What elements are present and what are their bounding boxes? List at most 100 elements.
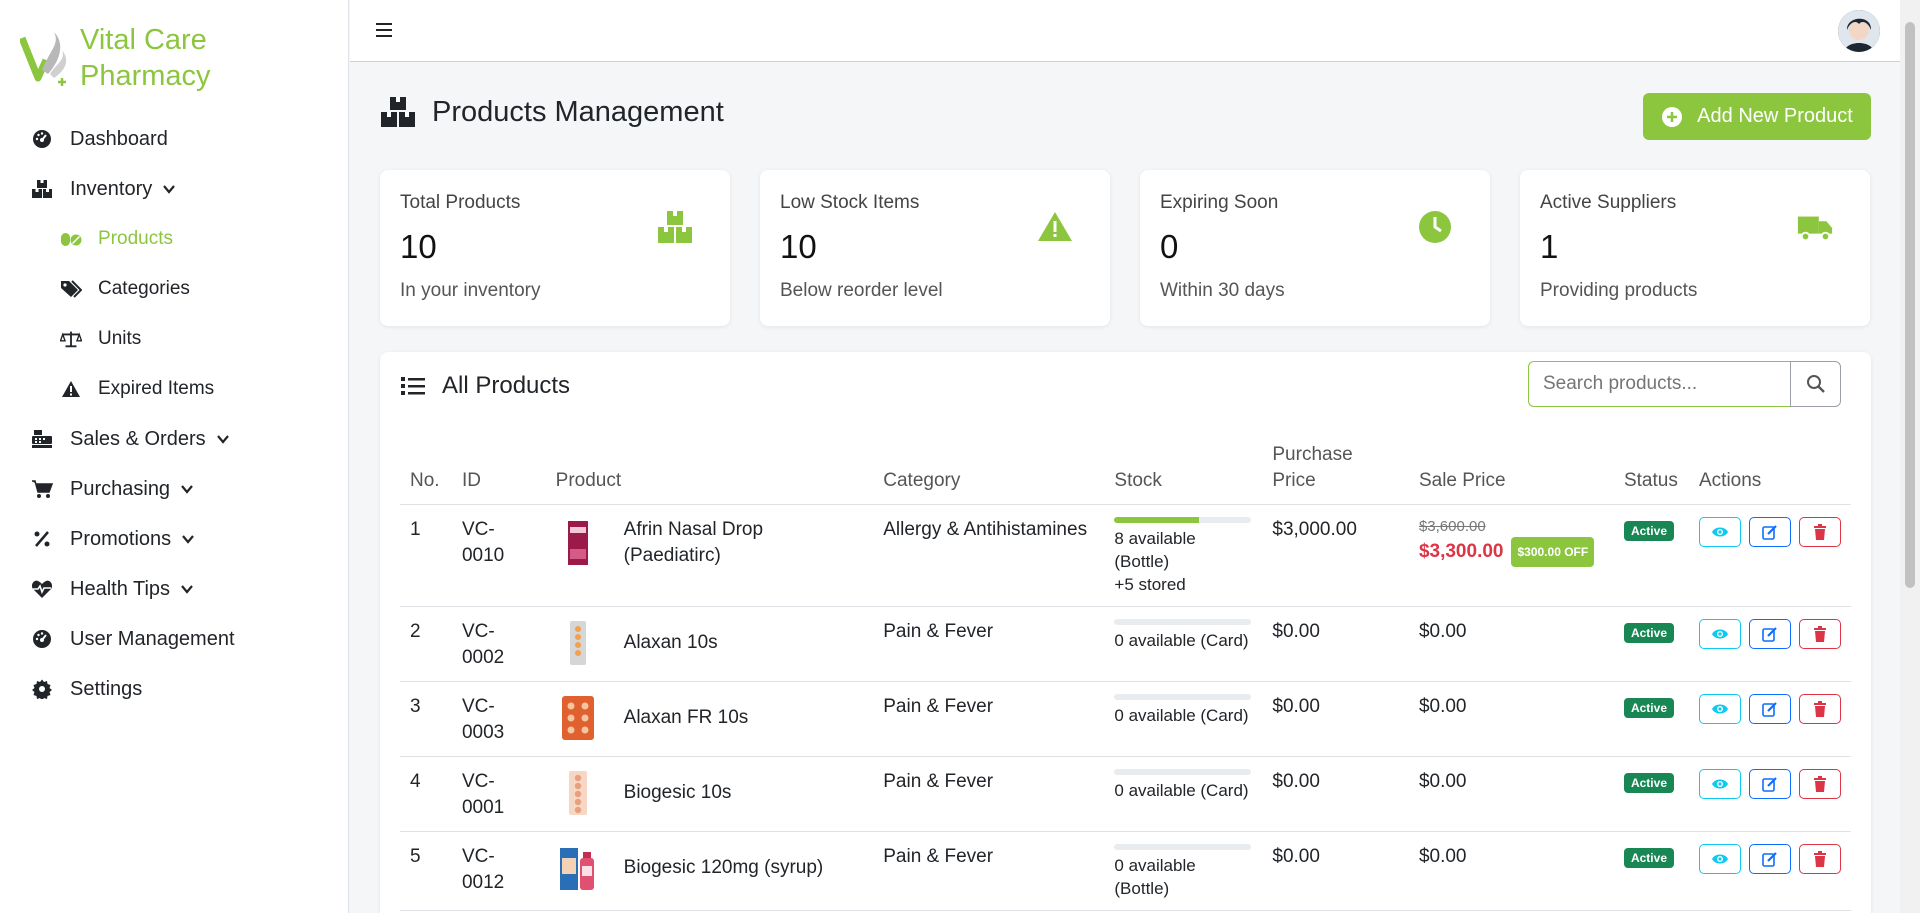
col-header-status[interactable]: Status — [1613, 442, 1689, 505]
delete-button[interactable] — [1799, 694, 1841, 724]
warning-icon — [60, 378, 82, 400]
sidebar-item-inventory[interactable]: Inventory — [0, 164, 349, 214]
table-header-row: No. ID Product Category Stock Purchase P… — [400, 442, 1851, 505]
sidebar-item-settings[interactable]: Settings — [0, 664, 349, 714]
product-name[interactable]: Afrin Nasal Drop (Paediatirc) — [624, 517, 864, 569]
dashboard-gauge-icon — [30, 127, 54, 151]
cell-sale-price: $3,600.00 $3,300.00 $300.00 OFF — [1408, 504, 1614, 607]
cell-category: Pain & Fever — [873, 681, 1105, 757]
tags-icon — [60, 278, 82, 300]
all-products-card: All Products No. ID Product Category Sto… — [380, 352, 1871, 913]
cell-category: Pain & Fever — [873, 831, 1105, 911]
sidebar-item-sales-orders[interactable]: Sales & Orders — [0, 414, 349, 464]
view-button[interactable] — [1699, 619, 1741, 649]
edit-icon — [1762, 627, 1777, 642]
product-name[interactable]: Alaxan FR 10s — [624, 705, 749, 731]
page-scrollbar[interactable] — [1900, 0, 1920, 913]
sidebar-item-user-management[interactable]: User Management — [0, 614, 349, 664]
cell-stock: 0 available (Card) — [1104, 681, 1263, 757]
col-header-actions: Actions — [1689, 442, 1851, 505]
col-header-product[interactable]: Product — [545, 442, 874, 505]
row-actions — [1699, 694, 1841, 724]
cell-status: Active — [1613, 504, 1689, 607]
col-header-stock[interactable]: Stock — [1104, 442, 1263, 505]
scrollbar-thumb[interactable] — [1905, 22, 1915, 588]
stat-subtext: In your inventory — [400, 280, 541, 301]
sidebar-item-dashboard[interactable]: Dashboard — [0, 114, 349, 164]
edit-button[interactable] — [1749, 769, 1791, 799]
view-button[interactable] — [1699, 844, 1741, 874]
product-info: Biogesic 120mg (syrup) — [556, 844, 864, 892]
sidebar-item-label: Expired Items — [98, 378, 215, 399]
view-button[interactable] — [1699, 517, 1741, 547]
sidebar-item-promotions[interactable]: Promotions — [0, 514, 349, 564]
product-name[interactable]: Biogesic 120mg (syrup) — [624, 855, 824, 881]
cell-id: VC-0010 — [451, 504, 546, 607]
search-input[interactable] — [1528, 361, 1790, 407]
delete-button[interactable] — [1799, 844, 1841, 874]
cell-id: VC-0012 — [451, 831, 546, 911]
sidebar-item-purchasing[interactable]: Purchasing — [0, 464, 349, 514]
product-name[interactable]: Biogesic 10s — [624, 780, 732, 806]
stat-card-low-stock: Low Stock Items 10 Below reorder level — [760, 170, 1110, 326]
view-button[interactable] — [1699, 769, 1741, 799]
col-header-id[interactable]: ID — [451, 442, 546, 505]
cell-id: VC-0001 — [451, 756, 546, 832]
edit-button[interactable] — [1749, 694, 1791, 724]
product-name[interactable]: Alaxan 10s — [624, 630, 718, 656]
delete-button[interactable] — [1799, 769, 1841, 799]
stock-unit: (Bottle) — [1114, 552, 1170, 571]
view-button[interactable] — [1699, 694, 1741, 724]
add-new-product-button[interactable]: Add New Product — [1643, 93, 1871, 140]
sidebar-item-categories[interactable]: Categories — [0, 264, 349, 314]
sidebar-item-expired-items[interactable]: Expired Items — [0, 364, 349, 414]
cell-actions — [1689, 504, 1851, 607]
edit-button[interactable] — [1749, 844, 1791, 874]
main-content: Products Management Add New Product Tota… — [350, 62, 1900, 913]
sidebar-item-units[interactable]: Units — [0, 314, 349, 364]
cell-no: 3 — [400, 681, 452, 757]
product-thumbnail — [561, 696, 594, 740]
page-title-text: Products Management — [432, 95, 724, 128]
sidebar-item-health-tips[interactable]: Health Tips — [0, 564, 349, 614]
product-thumbnail — [568, 771, 587, 815]
delete-button[interactable] — [1799, 619, 1841, 649]
search-button[interactable] — [1790, 361, 1841, 407]
cell-actions — [1689, 831, 1851, 911]
product-thumbnail — [559, 848, 594, 890]
col-header-no[interactable]: No. — [400, 442, 452, 505]
product-thumbnail — [567, 521, 588, 565]
cell-no: 1 — [400, 504, 452, 607]
cell-id: VC-0002 — [451, 606, 546, 682]
table-row: 5 VC-0012 Biogesic 120mg (syrup) Pain & … — [400, 831, 1851, 911]
cell-stock: 8 available (Bottle) +5 stored — [1104, 504, 1263, 607]
status-badge: Active — [1623, 773, 1674, 793]
avatar[interactable] — [1838, 10, 1880, 52]
stat-subtext: Providing products — [1540, 280, 1698, 301]
sidebar-item-products[interactable]: Products — [0, 214, 349, 264]
sidebar-item-label: Health Tips — [70, 577, 171, 600]
col-header-purchase-price[interactable]: Purchase Price — [1262, 442, 1409, 505]
scale-icon — [60, 328, 82, 350]
cell-sale-price: $0.00 — [1408, 756, 1614, 832]
boxes-icon — [658, 211, 692, 243]
col-header-sale-price[interactable]: Sale Price — [1408, 442, 1614, 505]
stock-text: 8 available — [1114, 529, 1196, 548]
stat-value: 10 — [400, 228, 437, 265]
delete-button[interactable] — [1799, 517, 1841, 547]
cell-status: Active — [1613, 831, 1689, 911]
cell-status: Active — [1613, 606, 1689, 682]
edit-button[interactable] — [1749, 517, 1791, 547]
hamburger-menu-icon[interactable] — [374, 20, 394, 40]
cell-id: VC-0003 — [451, 681, 546, 757]
edit-button[interactable] — [1749, 619, 1791, 649]
card-title: All Products — [400, 372, 570, 400]
products-table: No. ID Product Category Stock Purchase P… — [400, 442, 1851, 911]
stock-unit: (Bottle) — [1114, 879, 1170, 898]
brand[interactable]: Vital Care Pharmacy — [20, 22, 211, 94]
sidebar-item-label: User Management — [70, 627, 235, 650]
col-header-category[interactable]: Category — [873, 442, 1105, 505]
sale-price: $3,300.00 — [1418, 541, 1504, 563]
stock-text: 0 available (Card) — [1114, 781, 1249, 800]
search-icon — [1806, 375, 1825, 393]
